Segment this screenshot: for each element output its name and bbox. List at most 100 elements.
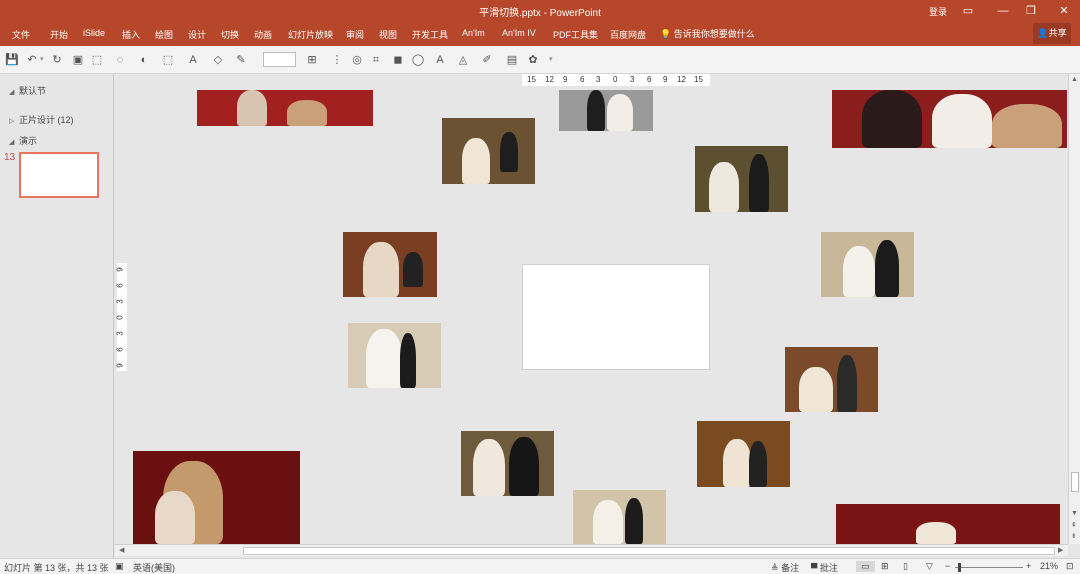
ribbon-display-icon[interactable]: ▭ (955, 2, 981, 20)
tab-animations[interactable]: 动画 (254, 28, 272, 41)
ruler-tick: 15 (527, 75, 536, 84)
tab-design[interactable]: 设计 (188, 28, 206, 41)
scroll-thumb[interactable] (1071, 472, 1079, 492)
tab-file[interactable]: 文件 (12, 28, 30, 41)
distribute-icon[interactable]: ⋮ (330, 53, 344, 67)
tab-insert[interactable]: 插入 (122, 28, 140, 41)
select-icon[interactable]: ⬚ (161, 53, 175, 67)
login-link[interactable]: 登录 (929, 5, 947, 18)
zoom-slider-handle[interactable] (958, 563, 961, 572)
text-effect-icon[interactable]: A (433, 53, 447, 67)
tab-transitions[interactable]: 切换 (221, 28, 239, 41)
align-icon[interactable]: ⊞ (305, 53, 319, 67)
tab-view[interactable]: 视图 (379, 28, 397, 41)
close-icon[interactable]: ✕ (1051, 2, 1077, 20)
scroll-right-icon[interactable]: ▶ (1058, 546, 1063, 554)
photo-wedding-red-sign-top-right[interactable] (832, 90, 1067, 148)
ruler-tick: 6 (647, 75, 652, 84)
photo-couple-piano-room[interactable] (785, 347, 878, 412)
start-from-beginning-icon[interactable]: ▣ (71, 53, 85, 67)
format-painter-icon[interactable]: ⬚ (90, 53, 104, 67)
comments-button[interactable]: ▀ 批注 (811, 561, 838, 574)
section-main-design[interactable]: ▷ 正片设计 (12) (9, 113, 74, 126)
zoom-slider[interactable] (955, 567, 1023, 568)
undo-icon[interactable]: ↶ (25, 53, 39, 67)
ruler-tick: 3 (630, 75, 635, 84)
save-icon[interactable]: 💾 (5, 53, 19, 67)
crop-icon[interactable]: ⌗ (369, 53, 383, 67)
slide-sorter-icon[interactable]: ⊞ (881, 561, 889, 572)
photo-wedding-red-curtain-bottom-right[interactable] (836, 504, 1060, 544)
next-slide-icon[interactable]: ⇟ (1071, 532, 1077, 540)
tab-draw[interactable]: 绘图 (155, 28, 173, 41)
photo-couple-piano-dance[interactable] (343, 232, 437, 297)
tab-anim[interactable]: An'Im (462, 28, 485, 38)
slideshow-icon[interactable]: ▽ (926, 561, 933, 572)
addin-icon[interactable]: ✿ (526, 53, 540, 67)
tab-home[interactable]: 开始 (50, 28, 68, 41)
vertical-scrollbar[interactable]: ▲ ▼ ⇞ ⇟ (1068, 74, 1080, 544)
scroll-thumb[interactable] (243, 547, 1055, 555)
photo-couple-ring[interactable] (461, 431, 554, 496)
share-button[interactable]: 👤共享 (1033, 23, 1071, 44)
tab-baidu-netdisk[interactable]: 百度网盘 (610, 28, 646, 41)
shape-outline-icon[interactable]: ◯ (411, 53, 425, 67)
undo-dropdown-icon[interactable]: ▾ (40, 55, 44, 63)
tell-me-search[interactable]: 💡 告诉我你想要做什么 (660, 27, 755, 40)
horizontal-scrollbar[interactable]: ◀ ▶ (115, 544, 1068, 556)
shape-fill-icon[interactable]: ◐ (137, 53, 151, 67)
ruler-tick: 0 (115, 315, 125, 320)
outline-icon[interactable]: ✎ (234, 53, 248, 67)
spellcheck-icon[interactable]: ▣ (115, 561, 124, 572)
slide-thumbnail[interactable] (19, 152, 99, 198)
photo-couple-gray-wall[interactable] (559, 90, 653, 131)
photo-couple-sofa[interactable] (442, 118, 535, 184)
zoom-in-icon[interactable]: + (1026, 561, 1031, 571)
tab-anim-iv[interactable]: An'Im IV (502, 28, 536, 38)
section-demo[interactable]: ◢ 演示 (9, 134, 37, 147)
restore-icon[interactable]: ❐ (1018, 2, 1044, 20)
photo-couple-chandelier[interactable] (697, 421, 790, 487)
notes-button[interactable]: ≜ 备注 (771, 561, 799, 574)
minimize-icon[interactable]: — (990, 2, 1016, 20)
fill-color-icon[interactable]: ◇ (211, 53, 225, 67)
screen-icon[interactable]: ▤ (505, 53, 519, 67)
photo-couple-beige-backdrop[interactable] (821, 232, 914, 297)
scroll-down-icon[interactable]: ▼ (1071, 510, 1078, 517)
tab-developer[interactable]: 开发工具 (412, 28, 448, 41)
photo-wedding-red-sign-bottom-left[interactable] (133, 451, 300, 544)
group-icon[interactable]: ◎ (350, 53, 364, 67)
reading-view-icon[interactable]: ▯ (903, 561, 908, 572)
photo-couple-standing-beige[interactable] (573, 490, 666, 544)
section-default[interactable]: ◢ 默认节 (9, 84, 46, 97)
font-color-icon[interactable]: A (186, 53, 200, 67)
font-size-box[interactable] (263, 52, 296, 67)
slide-count: 幻灯片 第 13 张，共 13 张 (4, 563, 109, 573)
slide-thumbnail-pane: ◢ 默认节 ▷ 正片设计 (12) ◢ 演示 13 (0, 74, 114, 558)
photo-couple-landscape-painting[interactable] (695, 146, 788, 212)
tab-slideshow[interactable]: 幻灯片放映 (288, 28, 333, 41)
current-slide[interactable] (522, 264, 710, 370)
pen-icon[interactable]: ✐ (480, 53, 494, 67)
lightbulb-icon: 💡 (660, 29, 672, 39)
expand-triangle-icon: ◢ (9, 139, 15, 146)
zoom-level[interactable]: 21% (1040, 561, 1058, 571)
normal-view-icon[interactable]: ▭ (856, 561, 875, 572)
shape-icon[interactable]: ◌ (113, 53, 127, 67)
scroll-left-icon[interactable]: ◀ (119, 546, 124, 554)
slide-number: 13 (4, 152, 16, 163)
language-indicator[interactable]: 英语(美国) (133, 561, 175, 574)
photo-wedding-red-sign-top-left[interactable] (197, 90, 373, 126)
arrange-icon[interactable]: ◼ (391, 53, 405, 67)
zoom-out-icon[interactable]: − (945, 561, 950, 571)
previous-slide-icon[interactable]: ⇞ (1071, 521, 1077, 529)
more-icon[interactable]: ▾ (549, 55, 553, 63)
photo-couple-veil[interactable] (348, 323, 441, 388)
redo-icon[interactable]: ↻ (50, 53, 64, 67)
shape-effect-icon[interactable]: ◬ (456, 53, 470, 67)
fit-to-window-icon[interactable]: ⊡ (1066, 561, 1074, 572)
tab-islide[interactable]: iSlide (83, 28, 105, 38)
scroll-up-icon[interactable]: ▲ (1071, 76, 1078, 83)
tab-review[interactable]: 审阅 (346, 28, 364, 41)
tab-pdf-tools[interactable]: PDF工具集 (553, 28, 598, 41)
